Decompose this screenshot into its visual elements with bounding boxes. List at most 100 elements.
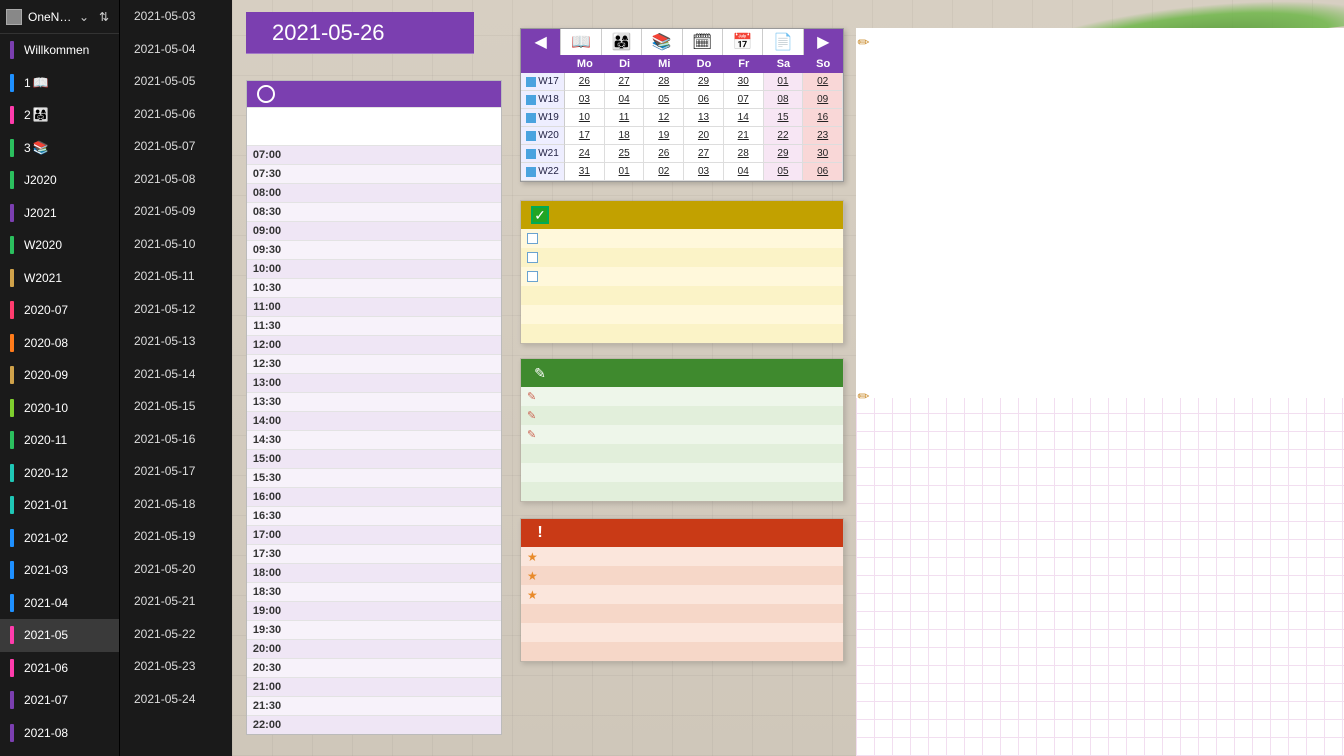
page-item[interactable]: 2021-05-17 [120, 455, 232, 488]
page-item[interactable]: 2021-05-09 [120, 195, 232, 228]
cal-day-cell[interactable]: 16 [803, 109, 843, 127]
cal-day-cell[interactable]: 18 [605, 127, 645, 145]
cal-day-cell[interactable]: 29 [684, 73, 724, 91]
section-item-2020-08[interactable]: 2020-08 [0, 327, 119, 360]
page-item[interactable]: 2021-05-19 [120, 520, 232, 553]
cal-day-cell[interactable]: 19 [644, 127, 684, 145]
grid-paper-area[interactable] [856, 398, 1344, 756]
notes-row[interactable] [521, 482, 843, 501]
notes-row[interactable] [521, 463, 843, 482]
cal-day-cell[interactable]: 30 [803, 145, 843, 163]
page-item[interactable]: 2021-05-08 [120, 163, 232, 196]
section-item-2021-05[interactable]: 2021-05 [0, 619, 119, 652]
cal-week-link[interactable]: W22 [521, 163, 565, 181]
cal-week-link[interactable]: W18 [521, 91, 565, 109]
cal-week-link[interactable]: W20 [521, 127, 565, 145]
page-item[interactable]: 2021-05-20 [120, 553, 232, 586]
page-item[interactable]: 2021-05-13 [120, 325, 232, 358]
schedule-row[interactable]: 14:00 [247, 411, 501, 430]
section-item-3[interactable]: 3 📚 [0, 132, 119, 165]
cal-view-button[interactable]: 🗓 [683, 29, 723, 55]
cal-day-cell[interactable]: 10 [565, 109, 605, 127]
cal-day-cell[interactable]: 02 [644, 163, 684, 181]
cal-day-cell[interactable]: 03 [684, 163, 724, 181]
section-item-2021-01[interactable]: 2021-01 [0, 489, 119, 522]
page-title[interactable]: 2021-05-26 [246, 12, 474, 54]
schedule-row[interactable]: 19:00 [247, 601, 501, 620]
schedule-row[interactable]: 18:30 [247, 582, 501, 601]
section-item-2021-03[interactable]: 2021-03 [0, 554, 119, 587]
cal-day-cell[interactable]: 27 [684, 145, 724, 163]
notes-row[interactable]: ✎ [521, 425, 843, 444]
section-item-w2021[interactable]: W2021 [0, 262, 119, 295]
cal-view-button[interactable]: 👨‍👩‍👧 [602, 29, 642, 55]
schedule-row[interactable]: 13:00 [247, 373, 501, 392]
todo-row[interactable] [521, 324, 843, 343]
cal-prev-button[interactable]: ◀ [521, 29, 561, 55]
cal-day-cell[interactable]: 29 [764, 145, 804, 163]
section-item-2020-09[interactable]: 2020-09 [0, 359, 119, 392]
section-item-2020-07[interactable]: 2020-07 [0, 294, 119, 327]
schedule-row[interactable]: 21:30 [247, 696, 501, 715]
schedule-gap[interactable] [247, 107, 501, 145]
page-item[interactable]: 2021-05-12 [120, 293, 232, 326]
section-item-j2021[interactable]: J2021 [0, 197, 119, 230]
section-item-2020-12[interactable]: 2020-12 [0, 457, 119, 490]
schedule-row[interactable]: 21:00 [247, 677, 501, 696]
page-item[interactable]: 2021-05-21 [120, 585, 232, 618]
section-item-2[interactable]: 2 👨‍👩‍👧 [0, 99, 119, 132]
schedule-row[interactable]: 08:00 [247, 183, 501, 202]
page-item[interactable]: 2021-05-04 [120, 33, 232, 66]
cal-view-button[interactable]: 📚 [642, 29, 682, 55]
cal-day-cell[interactable]: 06 [684, 91, 724, 109]
sort-icon[interactable]: ⇅ [95, 10, 113, 24]
alert-row[interactable]: ★ [521, 566, 843, 585]
schedule-row[interactable]: 07:00 [247, 145, 501, 164]
schedule-row[interactable]: 10:30 [247, 278, 501, 297]
cal-day-cell[interactable]: 12 [644, 109, 684, 127]
schedule-row[interactable]: 14:30 [247, 430, 501, 449]
schedule-row[interactable]: 07:30 [247, 164, 501, 183]
page-item[interactable]: 2021-05-05 [120, 65, 232, 98]
cal-week-link[interactable]: W21 [521, 145, 565, 163]
page-item[interactable]: 2021-05-14 [120, 358, 232, 391]
cal-next-button[interactable]: ▶ [804, 29, 843, 55]
schedule-row[interactable]: 19:30 [247, 620, 501, 639]
cal-day-cell[interactable]: 28 [724, 145, 764, 163]
page-item[interactable]: 2021-05-24 [120, 683, 232, 716]
alert-row[interactable] [521, 642, 843, 661]
todo-row[interactable] [521, 267, 843, 286]
cal-week-link[interactable]: W19 [521, 109, 565, 127]
cal-day-cell[interactable]: 11 [605, 109, 645, 127]
cal-day-cell[interactable]: 17 [565, 127, 605, 145]
schedule-row[interactable]: 20:00 [247, 639, 501, 658]
cal-day-cell[interactable]: 31 [565, 163, 605, 181]
schedule-row[interactable]: 09:30 [247, 240, 501, 259]
alert-row[interactable] [521, 623, 843, 642]
cal-day-cell[interactable]: 23 [803, 127, 843, 145]
cal-view-button[interactable]: 📄 [763, 29, 803, 55]
cal-day-cell[interactable]: 15 [764, 109, 804, 127]
cal-day-cell[interactable]: 02 [803, 73, 843, 91]
cal-day-cell[interactable]: 04 [605, 91, 645, 109]
todo-row[interactable] [521, 305, 843, 324]
schedule-row[interactable]: 08:30 [247, 202, 501, 221]
page-item[interactable]: 2021-05-23 [120, 650, 232, 683]
cal-day-cell[interactable]: 07 [724, 91, 764, 109]
notes-row[interactable] [521, 444, 843, 463]
schedule-row[interactable]: 18:00 [247, 563, 501, 582]
cal-day-cell[interactable]: 22 [764, 127, 804, 145]
section-item-2021-06[interactable]: 2021-06 [0, 652, 119, 685]
cal-day-cell[interactable]: 04 [724, 163, 764, 181]
cal-day-cell[interactable]: 26 [644, 145, 684, 163]
page-item[interactable]: 2021-05-11 [120, 260, 232, 293]
schedule-row[interactable]: 17:30 [247, 544, 501, 563]
schedule-row[interactable]: 13:30 [247, 392, 501, 411]
checkbox-icon[interactable] [527, 252, 538, 263]
alert-row[interactable]: ★ [521, 547, 843, 566]
cal-day-cell[interactable]: 26 [565, 73, 605, 91]
todo-row[interactable] [521, 286, 843, 305]
page-item[interactable]: 2021-05-06 [120, 98, 232, 131]
schedule-row[interactable]: 09:00 [247, 221, 501, 240]
schedule-row[interactable]: 10:00 [247, 259, 501, 278]
